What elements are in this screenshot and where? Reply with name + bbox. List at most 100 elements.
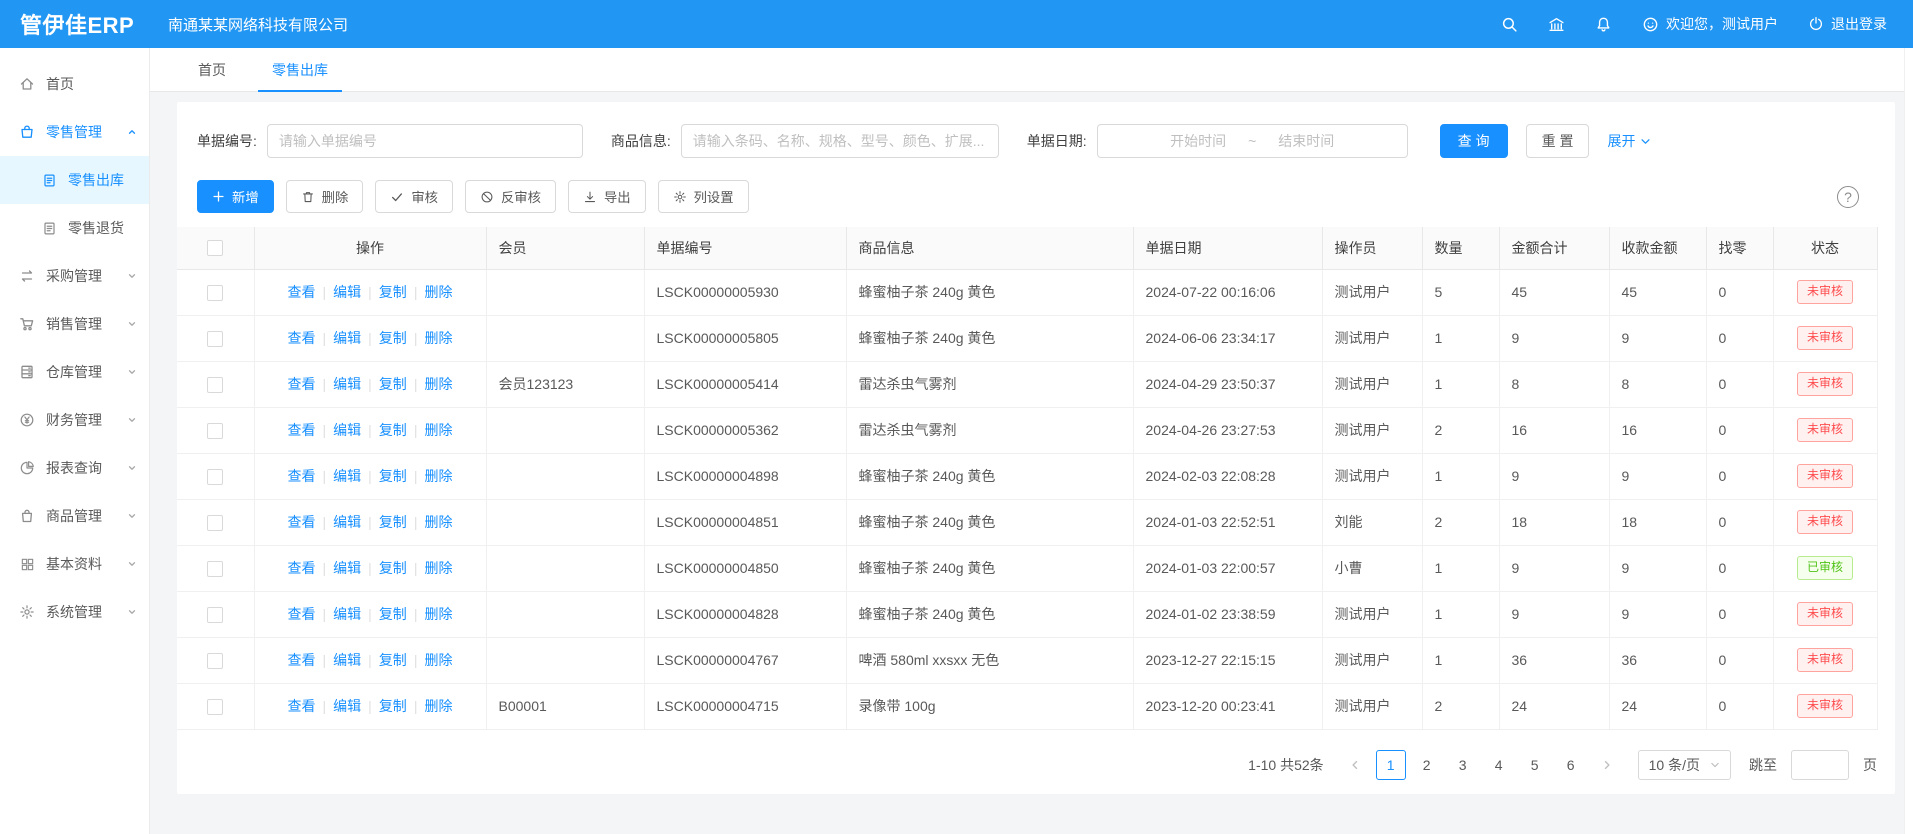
action-copy-link[interactable]: 复制 bbox=[379, 514, 407, 530]
row-checkbox[interactable] bbox=[207, 653, 223, 669]
action-copy-link[interactable]: 复制 bbox=[379, 422, 407, 438]
cell-bill-no: LSCK00000004850 bbox=[644, 545, 846, 591]
bill-no-input[interactable] bbox=[267, 124, 583, 158]
row-checkbox[interactable] bbox=[207, 423, 223, 439]
action-delete-link[interactable]: 删除 bbox=[424, 652, 452, 668]
expand-toggle[interactable]: 展开 bbox=[1607, 131, 1651, 151]
action-delete-link[interactable]: 删除 bbox=[424, 606, 452, 622]
action-delete-link[interactable]: 删除 bbox=[424, 376, 452, 392]
sidebar-item-goods[interactable]: 商品管理 bbox=[0, 492, 149, 540]
page-size-select[interactable]: 10 条/页 bbox=[1638, 750, 1731, 780]
row-checkbox[interactable] bbox=[207, 607, 223, 623]
sidebar-item-finance[interactable]: 财务管理 bbox=[0, 396, 149, 444]
sidebar-item-system[interactable]: 系统管理 bbox=[0, 588, 149, 636]
action-edit-link[interactable]: 编辑 bbox=[333, 422, 361, 438]
unaudit-button[interactable]: 反审核 bbox=[465, 180, 556, 213]
audit-button[interactable]: 审核 bbox=[375, 180, 453, 213]
action-copy-link[interactable]: 复制 bbox=[379, 606, 407, 622]
action-copy-link[interactable]: 复制 bbox=[379, 330, 407, 346]
action-edit-link[interactable]: 编辑 bbox=[333, 698, 361, 714]
action-view-link[interactable]: 查看 bbox=[288, 422, 316, 438]
action-delete-link[interactable]: 删除 bbox=[424, 698, 452, 714]
help-icon[interactable]: ? bbox=[1837, 186, 1859, 208]
row-checkbox[interactable] bbox=[207, 331, 223, 347]
cell-change: 0 bbox=[1706, 361, 1773, 407]
page-button-5[interactable]: 5 bbox=[1520, 750, 1550, 780]
action-delete-link[interactable]: 删除 bbox=[424, 514, 452, 530]
prev-page-button[interactable] bbox=[1340, 750, 1370, 780]
action-copy-link[interactable]: 复制 bbox=[379, 468, 407, 484]
sidebar-item-basic-data[interactable]: 基本资料 bbox=[0, 540, 149, 588]
product-info-input[interactable] bbox=[681, 124, 999, 158]
action-view-link[interactable]: 查看 bbox=[288, 468, 316, 484]
page-button-1[interactable]: 1 bbox=[1376, 750, 1406, 780]
page-button-2[interactable]: 2 bbox=[1412, 750, 1442, 780]
date-range-input[interactable]: 开始时间 ~ 结束时间 bbox=[1097, 124, 1408, 158]
delete-button[interactable]: 删除 bbox=[286, 180, 364, 213]
action-edit-link[interactable]: 编辑 bbox=[333, 606, 361, 622]
search-button[interactable]: 查 询 bbox=[1440, 124, 1508, 158]
row-checkbox[interactable] bbox=[207, 469, 223, 485]
search-icon[interactable] bbox=[1501, 16, 1518, 33]
action-view-link[interactable]: 查看 bbox=[288, 284, 316, 300]
sidebar-item-reports[interactable]: 报表查询 bbox=[0, 444, 149, 492]
action-view-link[interactable]: 查看 bbox=[288, 330, 316, 346]
action-view-link[interactable]: 查看 bbox=[288, 514, 316, 530]
action-view-link[interactable]: 查看 bbox=[288, 376, 316, 392]
row-checkbox[interactable] bbox=[207, 699, 223, 715]
action-delete-link[interactable]: 删除 bbox=[424, 422, 452, 438]
row-checkbox[interactable] bbox=[207, 377, 223, 393]
action-delete-link[interactable]: 删除 bbox=[424, 560, 452, 576]
tab-retail-outbound[interactable]: 零售出库 bbox=[252, 48, 348, 91]
action-delete-link[interactable]: 删除 bbox=[424, 330, 452, 346]
action-view-link[interactable]: 查看 bbox=[288, 606, 316, 622]
bell-icon[interactable] bbox=[1595, 16, 1612, 33]
reset-button[interactable]: 重 置 bbox=[1526, 124, 1590, 158]
sidebar-item-warehouse[interactable]: 仓库管理 bbox=[0, 348, 149, 396]
action-edit-link[interactable]: 编辑 bbox=[333, 652, 361, 668]
select-all-checkbox[interactable] bbox=[207, 240, 223, 256]
row-checkbox[interactable] bbox=[207, 561, 223, 577]
welcome-user[interactable]: 欢迎您，测试用户 bbox=[1642, 14, 1778, 34]
action-edit-link[interactable]: 编辑 bbox=[333, 514, 361, 530]
action-view-link[interactable]: 查看 bbox=[288, 652, 316, 668]
action-edit-link[interactable]: 编辑 bbox=[333, 330, 361, 346]
action-copy-link[interactable]: 复制 bbox=[379, 284, 407, 300]
jump-to-input[interactable] bbox=[1791, 750, 1849, 780]
tab-home[interactable]: 首页 bbox=[178, 48, 246, 91]
next-page-button[interactable] bbox=[1592, 750, 1622, 780]
row-checkbox[interactable] bbox=[207, 515, 223, 531]
export-button[interactable]: 导出 bbox=[568, 180, 646, 213]
sidebar-item-retail[interactable]: 零售管理 bbox=[0, 108, 149, 156]
sidebar-item-home[interactable]: 首页 bbox=[0, 60, 149, 108]
page-button-3[interactable]: 3 bbox=[1448, 750, 1478, 780]
page-button-4[interactable]: 4 bbox=[1484, 750, 1514, 780]
action-edit-link[interactable]: 编辑 bbox=[333, 284, 361, 300]
action-edit-link[interactable]: 编辑 bbox=[333, 468, 361, 484]
action-delete-link[interactable]: 删除 bbox=[424, 284, 452, 300]
sidebar-item-sales[interactable]: 销售管理 bbox=[0, 300, 149, 348]
action-edit-link[interactable]: 编辑 bbox=[333, 560, 361, 576]
scrollbar-track[interactable] bbox=[1904, 48, 1913, 834]
orders-table: 操作 会员 单据编号 商品信息 单据日期 操作员 数量 金额合计 收款金额 找零… bbox=[177, 227, 1878, 730]
action-copy-link[interactable]: 复制 bbox=[379, 560, 407, 576]
table-toolbar: 新增 删除 审核 反审核 bbox=[177, 164, 1895, 227]
sidebar-item-purchase[interactable]: 采购管理 bbox=[0, 252, 149, 300]
filter-bar: 单据编号: 商品信息: 单据日期: 开始时间 ~ 结束时间 bbox=[177, 118, 1895, 164]
row-checkbox[interactable] bbox=[207, 285, 223, 301]
action-edit-link[interactable]: 编辑 bbox=[333, 376, 361, 392]
logout-button[interactable]: 退出登录 bbox=[1808, 14, 1887, 34]
page-button-6[interactable]: 6 bbox=[1556, 750, 1586, 780]
action-copy-link[interactable]: 复制 bbox=[379, 652, 407, 668]
action-view-link[interactable]: 查看 bbox=[288, 560, 316, 576]
action-copy-link[interactable]: 复制 bbox=[379, 376, 407, 392]
action-copy-link[interactable]: 复制 bbox=[379, 698, 407, 714]
sidebar-item-retail-outbound[interactable]: 零售出库 bbox=[0, 156, 149, 204]
col-total: 金额合计 bbox=[1499, 227, 1609, 269]
action-delete-link[interactable]: 删除 bbox=[424, 468, 452, 484]
sidebar-item-retail-return[interactable]: 零售退货 bbox=[0, 204, 149, 252]
add-button[interactable]: 新增 bbox=[197, 180, 274, 213]
column-settings-button[interactable]: 列设置 bbox=[658, 180, 749, 213]
action-view-link[interactable]: 查看 bbox=[288, 698, 316, 714]
bank-icon[interactable] bbox=[1548, 16, 1565, 33]
